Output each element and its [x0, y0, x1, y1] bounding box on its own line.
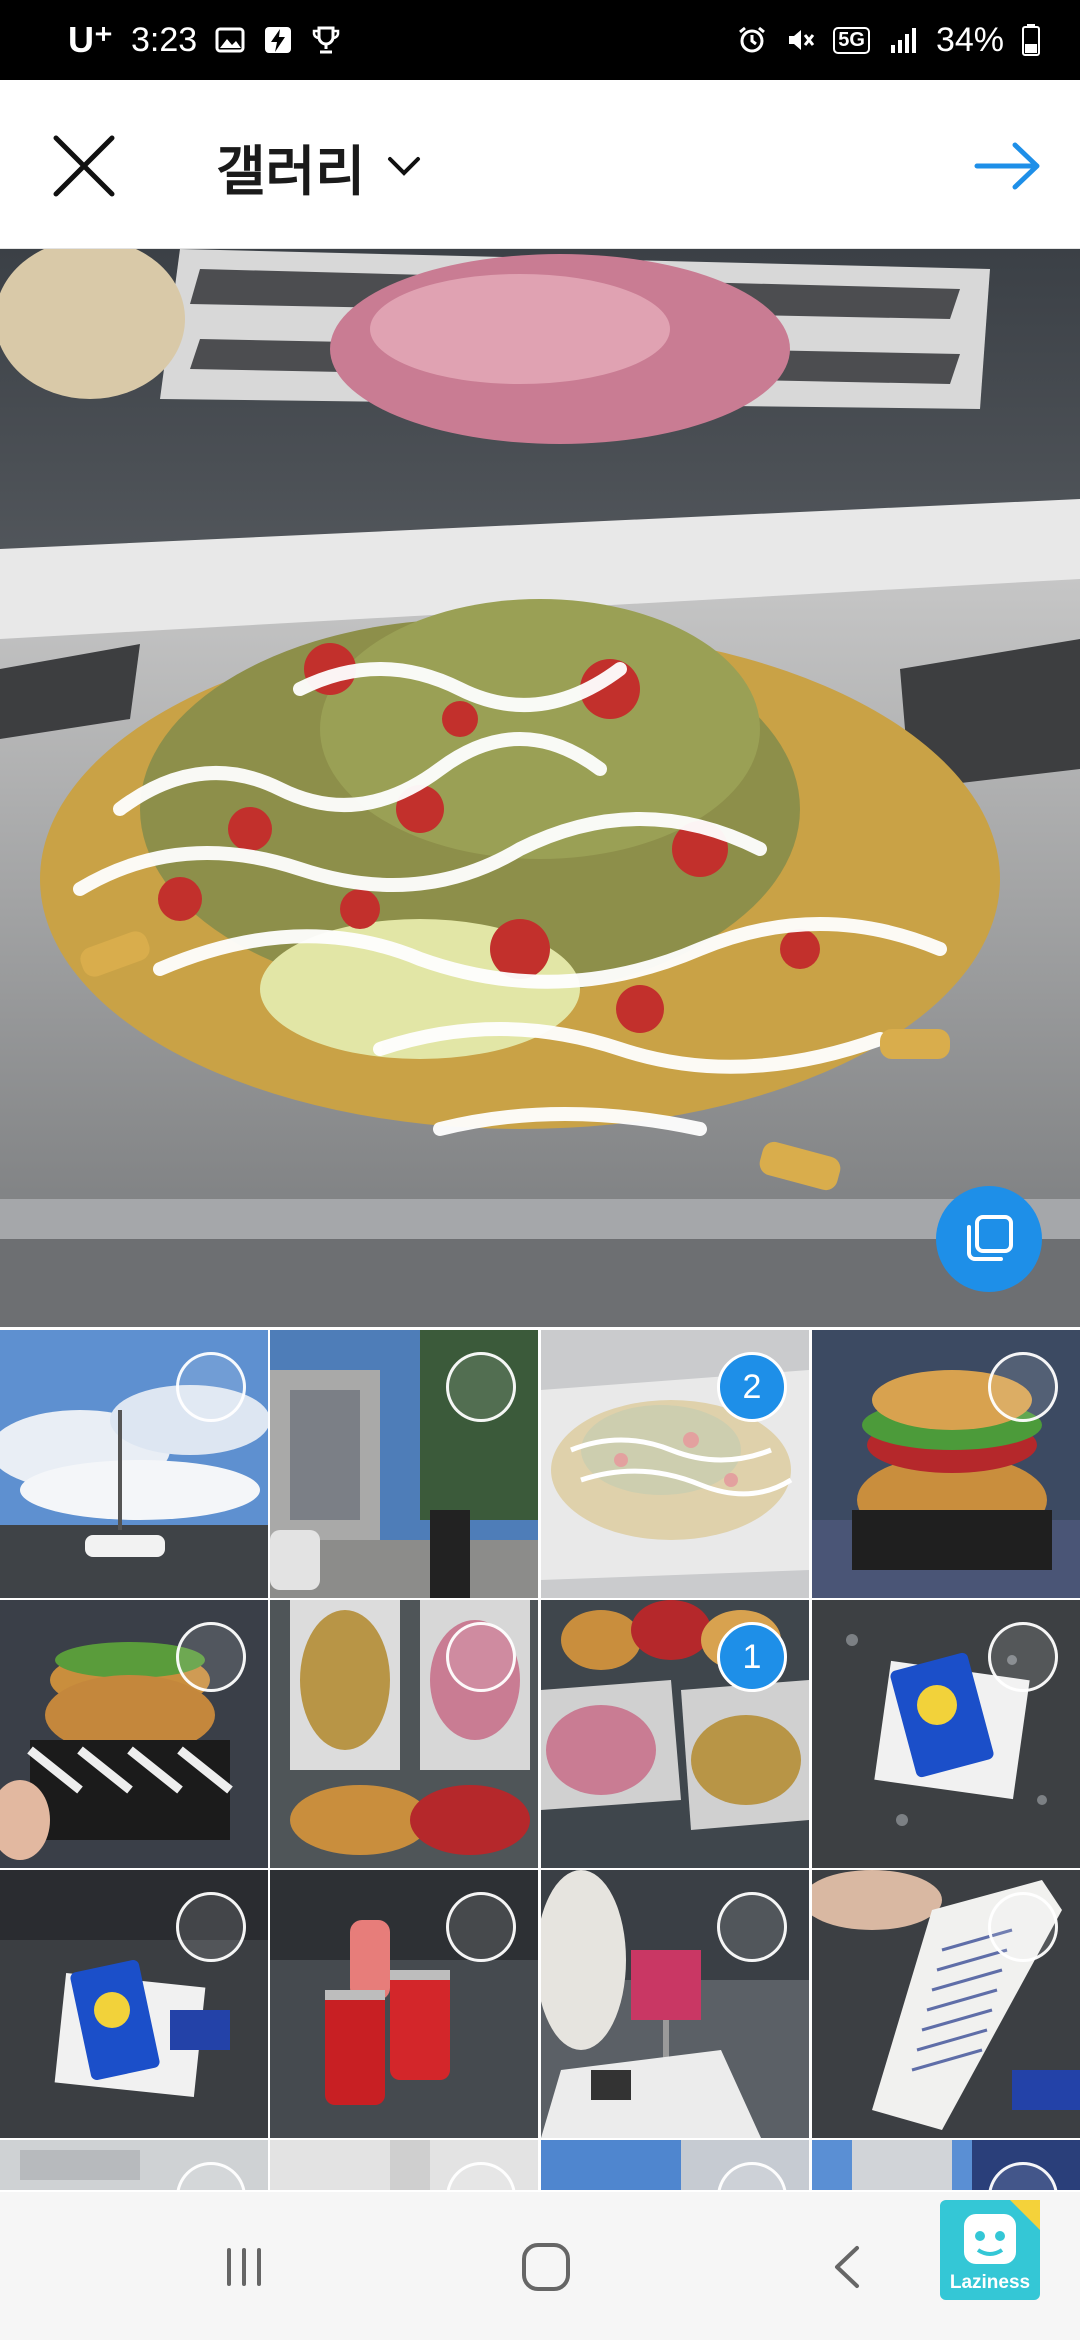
photo-grid: 2 1: [0, 1330, 1080, 2190]
home-button[interactable]: [486, 2222, 606, 2312]
select-circle[interactable]: [717, 1892, 787, 1962]
select-circle[interactable]: [176, 1352, 246, 1422]
photo-thumbnail[interactable]: [541, 2140, 809, 2190]
watermark-label: Laziness: [949, 2272, 1031, 2293]
select-circle[interactable]: [446, 1892, 516, 1962]
select-order-badge[interactable]: 1: [717, 1622, 787, 1692]
home-icon: [522, 2243, 570, 2291]
photo-thumbnail[interactable]: [812, 1870, 1080, 2138]
close-icon: [53, 135, 115, 197]
preview-food-image: [0, 249, 1080, 1327]
battery-percent: 34%: [935, 20, 1004, 59]
gallery-icon: [215, 27, 245, 53]
select-circle[interactable]: [988, 1352, 1058, 1422]
select-circle[interactable]: [988, 1622, 1058, 1692]
photo-thumbnail[interactable]: [812, 1600, 1080, 1868]
selected-photo-preview[interactable]: [0, 249, 1080, 1327]
photo-thumbnail[interactable]: [270, 1330, 538, 1598]
close-button[interactable]: [42, 124, 126, 208]
back-icon: [835, 2246, 859, 2288]
select-circle[interactable]: [446, 1622, 516, 1692]
top-app-bar: 갤러리: [0, 80, 1080, 249]
select-order-badge[interactable]: 2: [717, 1352, 787, 1422]
photo-thumbnail[interactable]: [0, 2140, 268, 2190]
chevron-down-icon: [388, 157, 421, 176]
photo-thumbnail-selected[interactable]: 2: [541, 1330, 809, 1598]
photo-thumbnail[interactable]: [0, 1870, 268, 2138]
trophy-icon: [312, 26, 340, 54]
photo-thumbnail[interactable]: [0, 1600, 268, 1868]
clock: 3:23: [131, 20, 198, 59]
select-circle[interactable]: [446, 1352, 516, 1422]
battery-icon: [1022, 24, 1040, 56]
next-button[interactable]: [966, 124, 1050, 208]
photo-thumbnail[interactable]: [0, 1330, 268, 1598]
recents-button[interactable]: [184, 2222, 304, 2312]
network-type: 5G: [833, 26, 870, 54]
multi-select-button[interactable]: [936, 1186, 1042, 1292]
flash-icon: [265, 27, 292, 53]
photo-thumbnail[interactable]: [812, 2140, 1080, 2190]
photo-thumbnail[interactable]: [270, 2140, 538, 2190]
album-selector[interactable]: 갤러리: [216, 126, 421, 206]
multi-select-icon: [967, 1215, 1013, 1261]
photo-thumbnail[interactable]: [541, 1870, 809, 2138]
photo-thumbnail-selected[interactable]: 1: [541, 1600, 809, 1868]
select-circle[interactable]: [176, 1892, 246, 1962]
status-bar: U⁺ 3:23 5G 34%: [0, 0, 1080, 80]
photo-thumbnail[interactable]: [270, 1600, 538, 1868]
mute-icon: [789, 30, 815, 50]
recents-icon: [227, 2248, 261, 2286]
select-circle[interactable]: [988, 1892, 1058, 1962]
back-button[interactable]: [788, 2222, 908, 2312]
album-title: 갤러리: [216, 139, 366, 203]
arrow-right-icon: [974, 142, 1040, 190]
alarm-icon: [739, 26, 766, 53]
signal-icon: [890, 28, 916, 53]
photo-thumbnail[interactable]: [270, 1870, 538, 2138]
system-nav-bar: [0, 2192, 1080, 2340]
carrier-label: U⁺: [68, 19, 113, 60]
photo-thumbnail[interactable]: [812, 1330, 1080, 1598]
laziness-watermark: Laziness: [940, 2200, 1040, 2300]
select-circle[interactable]: [176, 1622, 246, 1692]
